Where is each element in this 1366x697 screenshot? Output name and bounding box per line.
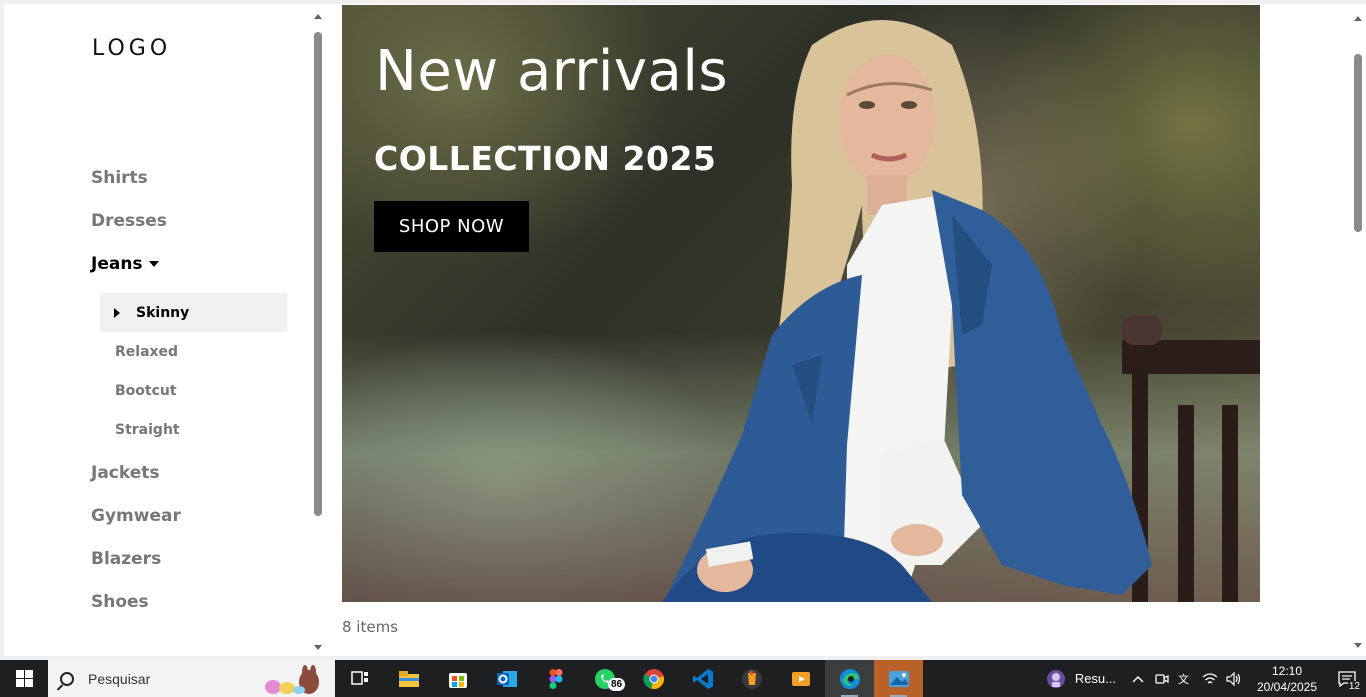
nav-item-blazers[interactable]: Blazers — [91, 545, 287, 588]
nav-item-shirts[interactable]: Shirts — [91, 164, 287, 207]
taskbar-apps: 86 — [335, 660, 923, 697]
shop-now-button[interactable]: SHOP NOW — [374, 201, 529, 252]
start-button[interactable] — [0, 660, 48, 697]
subnav-item-skinny[interactable]: Skinny — [100, 293, 287, 332]
notification-center[interactable]: 12 — [1328, 660, 1366, 697]
nav-item-jeans-label: Jeans — [91, 254, 143, 274]
clock-date: 20/04/2025 — [1256, 679, 1318, 694]
taskbar-search[interactable]: Pesquisar — [48, 660, 335, 697]
page-scrollbar[interactable] — [1348, 4, 1366, 656]
hero-subtitle: COLLECTION 2025 — [374, 139, 717, 178]
svg-text:文: 文 — [1178, 672, 1189, 686]
nav-item-gymwear[interactable]: Gymwear — [91, 502, 287, 545]
language-input-icon[interactable]: 文 — [1174, 660, 1198, 697]
taskbar-clock[interactable]: 12:10 20/04/2025 — [1252, 663, 1322, 695]
jeans-subnav: Skinny Relaxed Bootcut Straight — [100, 293, 287, 449]
notification-count: 12 — [1347, 681, 1361, 692]
chevron-up-icon[interactable] — [1126, 660, 1150, 697]
scroll-up-arrow-icon[interactable] — [314, 14, 322, 19]
nav-item-jeans[interactable]: Jeans — [91, 250, 287, 293]
subnav-item-relaxed[interactable]: Relaxed — [100, 332, 287, 371]
subnav-item-straight[interactable]: Straight — [100, 410, 287, 449]
task-view-icon[interactable] — [335, 660, 384, 697]
subnav-item-bootcut[interactable]: Bootcut — [100, 371, 287, 410]
windows-logo-icon — [15, 670, 33, 687]
photos-icon[interactable] — [874, 660, 923, 697]
fl-studio-icon[interactable] — [727, 660, 776, 697]
outlook-icon[interactable] — [482, 660, 531, 697]
scroll-down-arrow-icon[interactable] — [314, 645, 322, 650]
store-icon[interactable] — [433, 660, 482, 697]
tray-app-label: Resu... — [1074, 671, 1116, 686]
subnav-item-label: Skinny — [136, 304, 190, 321]
hero-banner: New arrivals COLLECTION 2025 SHOP NOW — [342, 5, 1260, 602]
browser-viewport: LOGO Shirts Dresses Jeans Skinny Relaxed… — [4, 4, 1366, 656]
whatsapp-unread-badge: 86 — [608, 678, 626, 691]
nav-item-dresses[interactable]: Dresses — [91, 207, 287, 250]
page-scroll-down-arrow-icon[interactable] — [1354, 643, 1362, 648]
vscode-icon[interactable] — [678, 660, 727, 697]
category-nav: Shirts Dresses Jeans Skinny Relaxed Boot… — [91, 164, 287, 631]
whatsapp-icon[interactable]: 86 — [580, 660, 629, 697]
sidebar-scrollbar[interactable] — [310, 8, 326, 652]
product-count: 8 items — [342, 618, 399, 636]
figma-icon[interactable] — [531, 660, 580, 697]
search-highlight-easter-icon — [265, 665, 319, 694]
nav-item-jackets[interactable]: Jackets — [91, 459, 287, 502]
meet-now-icon[interactable] — [1150, 660, 1174, 697]
app-character-icon — [1046, 669, 1065, 688]
caret-right-icon — [114, 307, 120, 318]
media-player-icon[interactable] — [776, 660, 825, 697]
hero-title: New arrivals — [375, 39, 729, 104]
chrome-icon[interactable] — [629, 660, 678, 697]
system-tray: Resu... 文 12:10 20/04/2025 12 — [1045, 660, 1366, 697]
volume-icon[interactable] — [1222, 660, 1246, 697]
windows-taskbar: Pesquisar 86 Resu... 文 12:10 20/04/2025 … — [0, 660, 1366, 697]
site-logo[interactable]: LOGO — [92, 36, 171, 61]
page-scroll-thumb[interactable] — [1354, 54, 1362, 232]
page-scroll-up-arrow-icon[interactable] — [1354, 16, 1362, 21]
search-placeholder: Pesquisar — [88, 670, 151, 687]
search-icon — [60, 671, 74, 686]
tray-running-app[interactable]: Resu... — [1045, 668, 1116, 690]
sidebar: LOGO Shirts Dresses Jeans Skinny Relaxed… — [4, 4, 326, 656]
caret-down-icon — [148, 261, 159, 267]
sidebar-scroll-thumb[interactable] — [314, 32, 322, 516]
file-explorer-icon[interactable] — [384, 660, 433, 697]
clock-time: 12:10 — [1271, 663, 1303, 678]
edge-icon[interactable] — [825, 660, 874, 697]
nav-item-shoes[interactable]: Shoes — [91, 588, 287, 631]
wifi-icon[interactable] — [1198, 660, 1222, 697]
